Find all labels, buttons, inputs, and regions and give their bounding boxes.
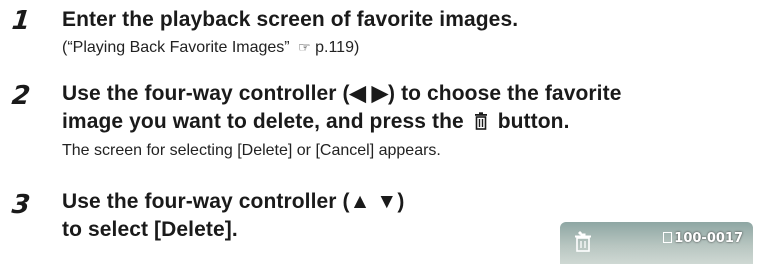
step-number: 1 bbox=[10, 6, 32, 36]
heading-text: image you want to delete, and press the bbox=[62, 110, 464, 133]
step-heading-line-2: image you want to delete, and press the … bbox=[62, 108, 570, 135]
trash-icon bbox=[474, 112, 487, 130]
step-body: The screen for selecting [Delete] or [Ca… bbox=[62, 142, 441, 159]
camera-screen-preview: 100-0017 bbox=[560, 222, 753, 264]
step-heading: Enter the playback screen of favorite im… bbox=[62, 8, 519, 31]
note-text: (“Playing Back Favorite Images” bbox=[62, 39, 290, 56]
step-note: (“Playing Back Favorite Images” ☞ p.119) bbox=[62, 37, 359, 58]
heading-text: button. bbox=[497, 110, 570, 133]
folder-icon bbox=[663, 232, 673, 243]
file-number-text: 100-0017 bbox=[674, 231, 743, 246]
pointing-hand-icon: ☞ bbox=[298, 39, 311, 55]
step-number: 3 bbox=[10, 190, 32, 220]
file-number: 100-0017 bbox=[663, 231, 743, 246]
step-heading-line-1: Use the four-way controller (▲ ▼) bbox=[62, 190, 405, 213]
step-number: 2 bbox=[10, 81, 32, 111]
step-heading-line-1: Use the four-way controller (◀ ▶) to cho… bbox=[62, 82, 622, 105]
page-reference: p.119) bbox=[315, 39, 360, 56]
step-heading-line-2: to select [Delete]. bbox=[62, 218, 238, 241]
favorite-delete-icon bbox=[575, 231, 591, 252]
